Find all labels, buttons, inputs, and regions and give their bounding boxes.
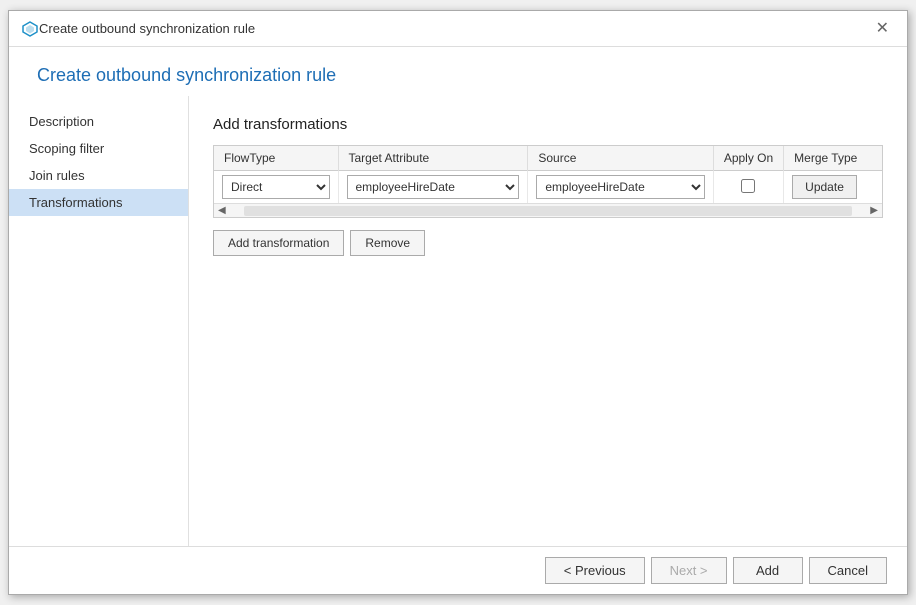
table-row: Direct Constant Expression employeeHireD… [214,171,882,204]
close-button[interactable]: ✕ [870,19,895,39]
transformations-table: FlowType Target Attribute Source Apply O… [214,146,882,203]
sidebar-item-scoping-filter[interactable]: Scoping filter [9,135,188,162]
dialog-title: Create outbound synchronization rule [39,21,870,36]
next-button[interactable]: Next > [651,557,727,584]
action-buttons: Add transformation Remove [213,230,883,256]
col-header-flowtype: FlowType [214,146,338,171]
target-attribute-select[interactable]: employeeHireDate [347,175,520,199]
col-header-apply: Apply On [713,146,783,171]
content-area: Description Scoping filter Join rules Tr… [9,96,907,546]
col-header-target: Target Attribute [338,146,528,171]
remove-button[interactable]: Remove [350,230,425,256]
previous-button[interactable]: < Previous [545,557,645,584]
sidebar: Description Scoping filter Join rules Tr… [9,96,189,546]
col-header-source: Source [528,146,713,171]
target-attribute-cell: employeeHireDate [338,171,528,204]
scroll-right-arrow[interactable]: ▶ [866,205,882,216]
scroll-bar [244,206,853,216]
horizontal-scrollbar: ◀ ▶ [214,203,882,217]
table-header-row: FlowType Target Attribute Source Apply O… [214,146,882,171]
sidebar-item-description[interactable]: Description [9,108,188,135]
source-select[interactable]: employeeHireDate [536,175,704,199]
title-bar: Create outbound synchronization rule ✕ [9,11,907,47]
source-cell: employeeHireDate [528,171,713,204]
flowtype-select[interactable]: Direct Constant Expression [222,175,330,199]
flowtype-cell: Direct Constant Expression [214,171,338,204]
col-header-merge: Merge Type [784,146,882,171]
apply-once-checkbox[interactable] [741,179,755,193]
dialog: Create outbound synchronization rule ✕ C… [8,10,908,595]
sidebar-item-transformations[interactable]: Transformations [9,189,188,216]
section-title: Add transformations [213,116,883,133]
footer: < Previous Next > Add Cancel [9,546,907,594]
cancel-button[interactable]: Cancel [809,557,887,584]
add-button[interactable]: Add [733,557,803,584]
merge-type-button[interactable]: Update [792,175,857,199]
main-panel: Add transformations FlowType Target Attr… [189,96,907,546]
transformations-table-container: FlowType Target Attribute Source Apply O… [213,145,883,218]
scroll-left-arrow[interactable]: ◀ [214,205,230,216]
apply-once-cell [713,171,783,204]
add-transformation-button[interactable]: Add transformation [213,230,344,256]
page-heading: Create outbound synchronization rule [9,47,907,96]
app-icon [21,20,39,38]
merge-type-cell: Update [784,171,882,204]
sidebar-item-join-rules[interactable]: Join rules [9,162,188,189]
